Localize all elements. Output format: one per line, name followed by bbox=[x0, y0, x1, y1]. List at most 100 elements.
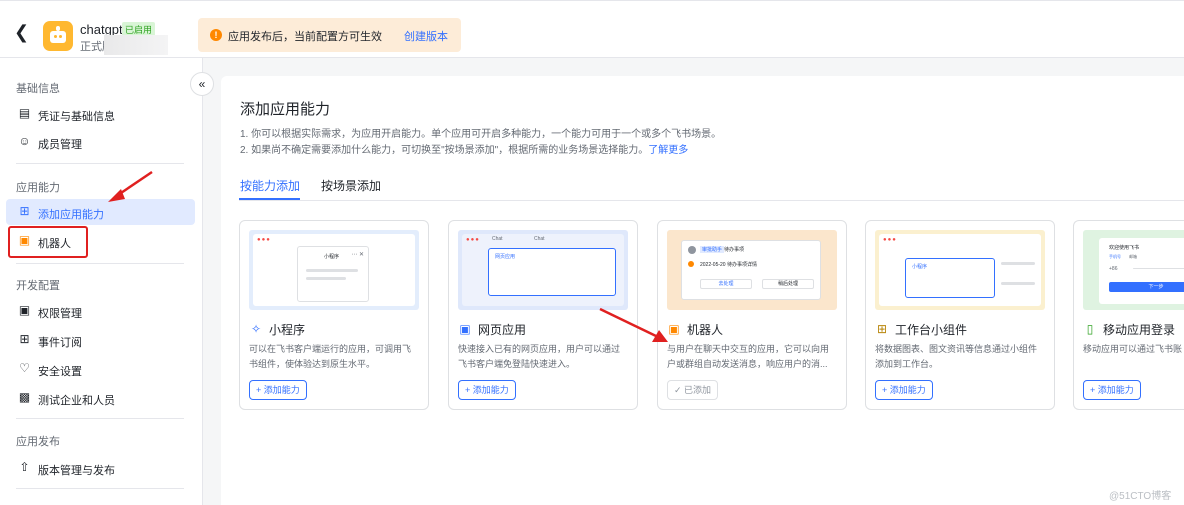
preview-window: ●●● Chat Chat 网页应用 bbox=[462, 234, 624, 306]
sidebar-item-events[interactable]: ⊞ 事件订阅 bbox=[6, 327, 195, 353]
tab-by-scenario[interactable]: 按场景添加 bbox=[321, 177, 381, 194]
sidebar-item-credentials[interactable]: ▤ 凭证与基础信息 bbox=[6, 101, 195, 127]
chevron-left-icon[interactable]: ❮ bbox=[14, 23, 32, 41]
preview-title: 小程序 bbox=[912, 264, 928, 270]
sidebar-item-versions[interactable]: ⇧ 版本管理与发布 bbox=[6, 455, 195, 481]
preview-line: 2022-05-20 待办事项详情 bbox=[700, 262, 757, 268]
credential-icon: ▤ bbox=[18, 106, 31, 120]
divider bbox=[16, 163, 184, 164]
card-description: 快速接入已有的网页应用，用户可以通过飞书客户端免登陆快速进入。 bbox=[458, 344, 621, 369]
preview-button: 稍后处理 bbox=[762, 279, 814, 289]
preview-webview: 网页应用 bbox=[488, 248, 616, 296]
sidebar: 基础信息 ▤ 凭证与基础信息 ☺ 成员管理 应用能力 ⊞ 添加应用能力 ▣ 机器… bbox=[0, 58, 203, 505]
section-title-publish: 应用发布 bbox=[16, 436, 60, 448]
card-title: 工作台小组件 bbox=[895, 323, 968, 337]
blurred-region bbox=[104, 35, 168, 55]
app-avatar bbox=[43, 21, 73, 51]
sidebar-item-test-users[interactable]: ▩ 测试企业和人员 bbox=[6, 385, 195, 411]
miniprogram-icon: ✧ bbox=[250, 322, 262, 336]
preview-dialog: 小程序 ⋯ ✕ bbox=[297, 246, 369, 302]
card-description: 与用户在聊天中交互的应用，它可以向用户或群组自动发送消息，响应用户的消... bbox=[667, 344, 830, 369]
preview-line bbox=[1001, 262, 1035, 265]
tab-by-capability[interactable]: 按能力添加 bbox=[240, 177, 300, 194]
window-dots: ●●● bbox=[257, 237, 271, 243]
card-description: 将数据图表、图文资讯等信息通过小组件添加到工作台。 bbox=[875, 344, 1038, 369]
add-capability-button[interactable]: + 添加能力 bbox=[875, 380, 933, 400]
shield-icon: ♡ bbox=[19, 361, 30, 375]
preview-title: 网页应用 bbox=[495, 254, 516, 260]
capability-card-miniprogram[interactable]: ●●● 小程序 ⋯ ✕ ✧ 小程序 可以在飞书客户端运行的应用，可调用飞书组件，… bbox=[239, 220, 429, 410]
preview-message: 审批助手 待办事项 2022-05-20 待办事项详情 去处理 稍后处理 bbox=[681, 240, 821, 300]
page-title: 添加应用能力 bbox=[240, 101, 331, 118]
learn-more-link[interactable]: 了解更多 bbox=[648, 145, 688, 156]
preview-title: 欢迎使用飞书 bbox=[1109, 245, 1140, 251]
sidebar-item-label: 权限管理 bbox=[38, 308, 82, 320]
description-text: 2. 如果尚不确定需要添加什么能力，可切换至"按场景添加"，根据所需的业务场景选… bbox=[240, 145, 649, 156]
card-title: 机器人 bbox=[687, 323, 724, 337]
description-line-1: 1. 你可以根据实际需求，为应用开启能力。单个应用可开启多种能力，一个能力可用于… bbox=[240, 129, 722, 140]
section-title-basic: 基础信息 bbox=[16, 83, 60, 95]
section-title-dev: 开发配置 bbox=[16, 280, 60, 292]
card-title: 网页应用 bbox=[478, 323, 527, 337]
preview-line bbox=[1001, 282, 1035, 285]
card-title: 移动应用登录 bbox=[1103, 323, 1176, 337]
robot-preview: 审批助手 待办事项 2022-05-20 待办事项详情 去处理 稍后处理 bbox=[667, 230, 837, 310]
preview-tab: 手机号 bbox=[1109, 254, 1121, 259]
preview-country-code: +86 bbox=[1109, 266, 1118, 272]
window-dots: ●●● bbox=[883, 237, 897, 243]
divider bbox=[16, 488, 184, 489]
sidebar-item-security[interactable]: ♡ 安全设置 bbox=[6, 356, 195, 382]
card-description: 可以在飞书客户端运行的应用，可调用飞书组件，使体验达到原生水平。 bbox=[249, 344, 412, 369]
capability-card-mobile-login[interactable]: 欢迎使用飞书 手机号 邮箱 +86 下一步 ▯ 移动应用登录 移动应用可以通过飞… bbox=[1073, 220, 1184, 410]
preview-window: ●●● 小程序 ⋯ ✕ bbox=[253, 234, 415, 306]
preview-login-window: 欢迎使用飞书 手机号 邮箱 +86 下一步 bbox=[1099, 238, 1184, 304]
sidebar-item-label: 版本管理与发布 bbox=[38, 465, 115, 477]
window-dots: ●●● bbox=[466, 237, 480, 243]
sidebar-item-label: 安全设置 bbox=[38, 366, 82, 378]
create-version-link[interactable]: 创建版本 bbox=[404, 28, 448, 44]
widget-preview: ●●● 小程序 bbox=[875, 230, 1045, 310]
webpage-icon: ▣ bbox=[459, 322, 471, 336]
sidebar-item-label: 添加应用能力 bbox=[38, 209, 104, 221]
preview-badge: 待办事项 bbox=[724, 247, 745, 253]
preview-tab: Chat bbox=[492, 236, 503, 242]
card-description: 移动应用可以通过飞书账 bbox=[1083, 344, 1183, 354]
warning-icon: ! bbox=[210, 29, 222, 41]
collapse-sidebar-button[interactable]: « bbox=[190, 72, 214, 96]
add-capability-button[interactable]: + 添加能力 bbox=[249, 380, 307, 400]
add-capability-button[interactable]: + 添加能力 bbox=[1083, 380, 1141, 400]
preview-tab: 邮箱 bbox=[1129, 254, 1137, 259]
preview-line bbox=[306, 277, 346, 280]
webapp-preview: ●●● Chat Chat 网页应用 bbox=[458, 230, 628, 310]
preview-window: ●●● 小程序 bbox=[879, 234, 1041, 306]
watermark: @51CTO博客 bbox=[1109, 491, 1172, 502]
preview-tab: Chat bbox=[534, 236, 545, 242]
publish-notice: ! 应用发布后，当前配置方可生效 创建版本 bbox=[198, 18, 461, 52]
sidebar-item-label: 成员管理 bbox=[38, 139, 82, 151]
sidebar-item-label: 凭证与基础信息 bbox=[38, 111, 115, 123]
capability-card-robot[interactable]: 审批助手 待办事项 2022-05-20 待办事项详情 去处理 稍后处理 ▣ 机… bbox=[657, 220, 847, 410]
preview-title: 小程序 bbox=[324, 254, 340, 260]
divider bbox=[16, 263, 184, 264]
notice-text: 应用发布后，当前配置方可生效 bbox=[228, 31, 382, 43]
lock-icon: ▣ bbox=[18, 303, 31, 317]
added-button[interactable]: ✓ 已添加 bbox=[667, 380, 719, 400]
sidebar-item-add-capability[interactable]: ⊞ 添加应用能力 bbox=[6, 199, 195, 225]
event-icon: ⊞ bbox=[19, 332, 30, 346]
tabs-divider bbox=[239, 200, 1184, 201]
add-capability-icon: ⊞ bbox=[19, 204, 30, 218]
capability-card-webapp[interactable]: ●●● Chat Chat 网页应用 ▣ 网页应用 快速接入已有的网页应用，用户… bbox=[448, 220, 638, 410]
miniprogram-preview: ●●● 小程序 ⋯ ✕ bbox=[249, 230, 419, 310]
preview-sender: 审批助手 bbox=[700, 246, 725, 253]
widget-icon: ⊞ bbox=[876, 322, 888, 336]
sidebar-item-permissions[interactable]: ▣ 权限管理 bbox=[6, 298, 195, 324]
close-icon: ⋯ ✕ bbox=[351, 252, 364, 258]
highlight-box bbox=[8, 226, 88, 258]
capability-card-widget[interactable]: ●●● 小程序 ⊞ 工作台小组件 将数据图表、图文资讯等信息通过小组件添加到工作… bbox=[865, 220, 1055, 410]
description-line-2: 2. 如果尚不确定需要添加什么能力，可切换至"按场景添加"，根据所需的业务场景选… bbox=[240, 141, 688, 156]
preview-widget: 小程序 bbox=[905, 258, 995, 298]
add-capability-button[interactable]: + 添加能力 bbox=[458, 380, 516, 400]
sidebar-item-label: 事件订阅 bbox=[38, 337, 82, 349]
sidebar-item-members[interactable]: ☺ 成员管理 bbox=[6, 129, 195, 155]
section-title-capability: 应用能力 bbox=[16, 182, 60, 194]
